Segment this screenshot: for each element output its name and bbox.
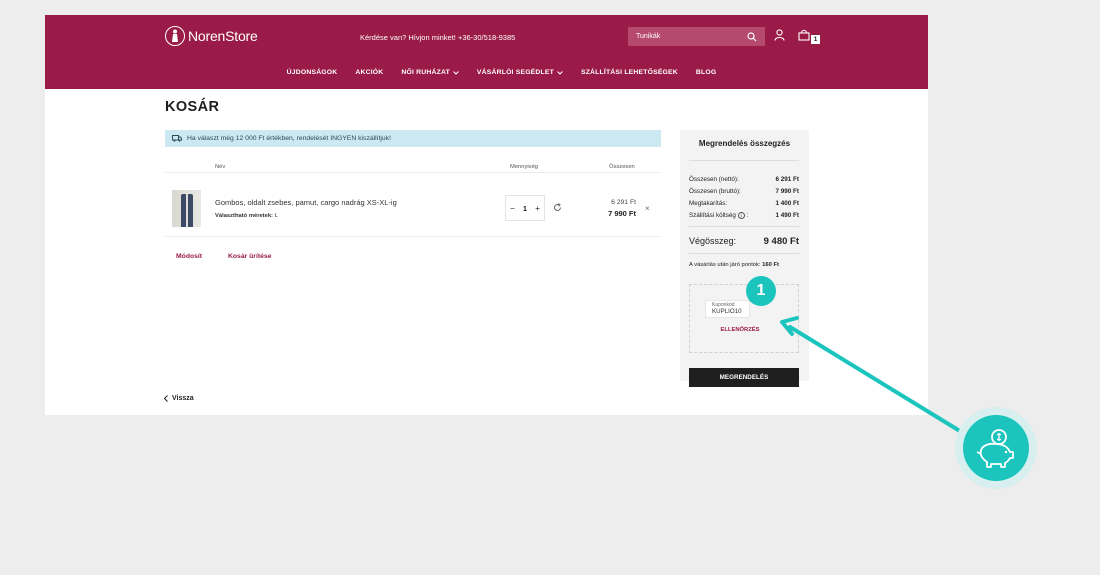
arrow-annotation — [780, 316, 970, 438]
piggy-bank-icon — [976, 429, 1014, 468]
piggy-bank-bubble — [963, 415, 1029, 481]
step-number-badge: 1 — [746, 276, 776, 306]
